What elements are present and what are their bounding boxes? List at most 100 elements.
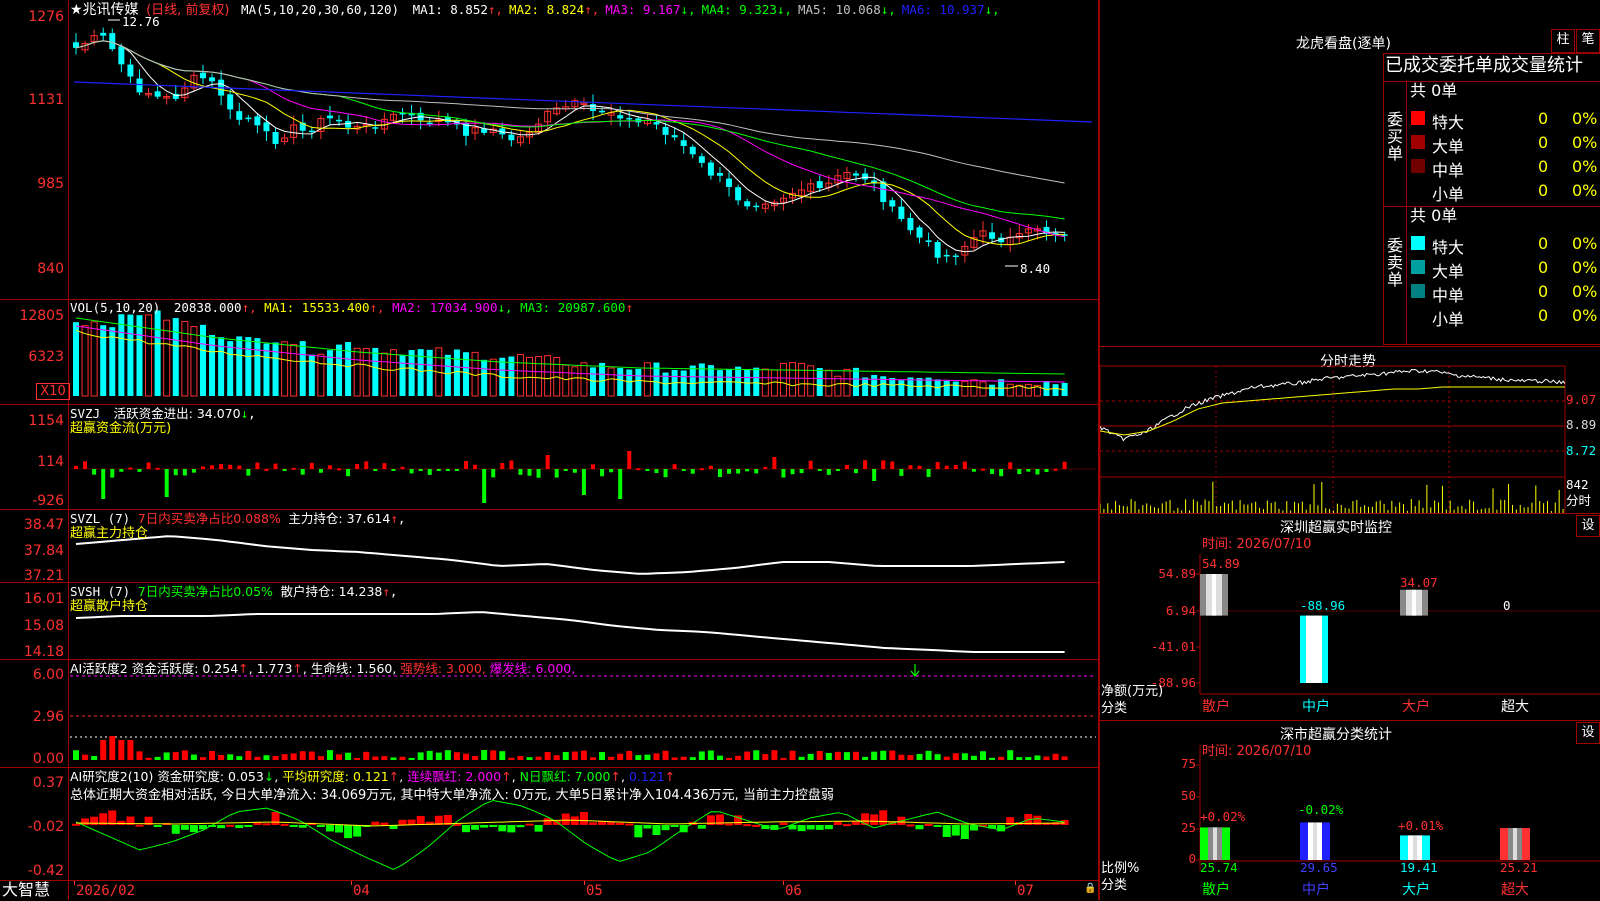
candle-down <box>671 135 678 138</box>
ai1-bar <box>381 756 388 760</box>
ma-line-4 <box>75 40 1065 220</box>
ai1-bar <box>961 753 968 760</box>
svzj-bar <box>990 469 995 474</box>
monitor-value-3: 0 <box>1503 598 1511 613</box>
svzj-bar <box>155 467 160 470</box>
ai1-bar <box>825 752 832 760</box>
svzj-bar <box>309 462 314 469</box>
candle-down <box>662 127 669 135</box>
svzj-bar <box>618 469 623 499</box>
ai1-bar <box>599 752 606 760</box>
classify-y-title: 比例% <box>1101 861 1140 876</box>
ai1-bar <box>236 756 243 760</box>
svzj-bar <box>881 460 886 469</box>
row-pct: 0% <box>1572 258 1598 277</box>
candle-down <box>326 115 333 119</box>
ai2-bar <box>525 823 534 826</box>
candle-down <box>589 104 596 111</box>
volume-bar-up <box>389 349 397 397</box>
lhb-sell-rows: 特大 0 0% 大单 0 0% 中单 0 0% 小单 0 0% <box>1406 231 1600 329</box>
svzj-bar <box>482 469 487 503</box>
volume-bar-down <box>100 325 107 396</box>
ai1-bar <box>762 754 769 760</box>
candle-down <box>735 187 742 201</box>
row-name: 小单 <box>1432 310 1465 329</box>
ai2-bar <box>643 825 652 829</box>
classify-yaxis-0: 75 <box>1180 756 1196 771</box>
ai1-bar <box>707 750 714 760</box>
svzj-bar <box>509 460 514 469</box>
svzj-bar <box>899 469 904 476</box>
volume-bar-up <box>798 362 806 397</box>
ai2-yaxis-2: -0.42 <box>27 863 64 879</box>
ai2-title: AI研究度2(10) <box>70 769 154 784</box>
ai2-bar <box>797 825 806 832</box>
volume-bar-down <box>698 363 705 396</box>
svzj-bar <box>545 455 550 469</box>
ai2-bar <box>226 824 235 827</box>
svzj-bar <box>981 468 985 471</box>
volume-bar-down <box>989 384 996 396</box>
row-pct: 0% <box>1572 181 1598 200</box>
candle-down <box>925 240 932 242</box>
ai2-bar <box>725 823 734 826</box>
ai2-bar <box>235 825 244 828</box>
candle-down <box>254 116 261 126</box>
lock-icon[interactable]: 🔒 <box>1084 884 1096 894</box>
ai1-bar <box>227 754 234 760</box>
svzj-bar <box>83 461 88 469</box>
ai1-title: AI活跃度2 <box>70 661 128 676</box>
volume-bar-down <box>254 338 261 396</box>
ai2-bar <box>870 814 879 825</box>
vol-yaxis-0: 12805 <box>19 308 64 324</box>
ai2-bar <box>924 823 933 826</box>
color-swatch <box>1411 236 1425 250</box>
row-pct: 0% <box>1572 234 1598 253</box>
ai1-bar <box>109 736 116 760</box>
svzj-bar <box>282 469 287 471</box>
price-indicator-charts[interactable] <box>0 0 1100 900</box>
candle-down <box>716 173 723 176</box>
lhb-bar-button[interactable]: 柱 <box>1551 29 1575 53</box>
ai1-bar <box>771 750 778 760</box>
lhb-sell-total: 共 0单 <box>1410 206 1458 225</box>
monitor-bar-0 <box>1200 574 1228 616</box>
volume-bar-up <box>607 367 615 397</box>
volume-ma-line-3 <box>75 317 1065 375</box>
candle-down <box>127 64 134 77</box>
monitor-x-title: 分类 <box>1101 701 1128 716</box>
row-pct: 0% <box>1572 157 1598 176</box>
ai2-bar <box>153 825 162 827</box>
classify-value-3: 25.21 <box>1500 860 1538 875</box>
ma-line-3 <box>75 40 1065 238</box>
svzj-bar <box>763 466 768 469</box>
left-chart-area[interactable]: ★兆讯传媒 (日线, 前复权) MA(5,10,20,30,60,120) MA… <box>0 0 1100 900</box>
lhb-tick-button[interactable]: 笔 <box>1576 29 1600 53</box>
intraday-chart[interactable] <box>1100 347 1600 514</box>
monitor-bar-2 <box>1400 589 1428 616</box>
svzj-bar <box>101 469 106 499</box>
ai2-bar <box>879 810 888 825</box>
ai1-bar <box>617 753 624 760</box>
svzl-title: SVZL (7) <box>70 511 131 526</box>
candle-down <box>272 132 279 144</box>
svzl-line <box>75 535 1065 575</box>
candle-down <box>653 122 660 125</box>
classify-value-1: 29.65 <box>1300 860 1338 875</box>
svzj-bar <box>727 469 732 474</box>
svzj-bar <box>645 469 650 471</box>
lhb-buy-row: 大单 0 0% <box>1406 130 1600 156</box>
candle-down <box>952 255 959 258</box>
svzj-bar <box>663 469 668 478</box>
volume-bar-up <box>970 379 978 397</box>
svzl-header: SVZL (7) 7日内买卖净占比0.088% 主力持仓: 37.614↑, <box>70 511 406 526</box>
ai1-v4: 强势线: 3.000 <box>400 661 482 676</box>
volume-bar-down <box>408 350 415 396</box>
ai2-bar <box>670 825 679 827</box>
monitor-value-2: 34.07 <box>1400 575 1438 590</box>
ai1-bar <box>970 755 977 760</box>
svzj-bar <box>609 469 614 473</box>
color-swatch <box>1411 159 1425 173</box>
svzj-bar <box>654 469 659 473</box>
volume-bar-up <box>317 353 325 397</box>
